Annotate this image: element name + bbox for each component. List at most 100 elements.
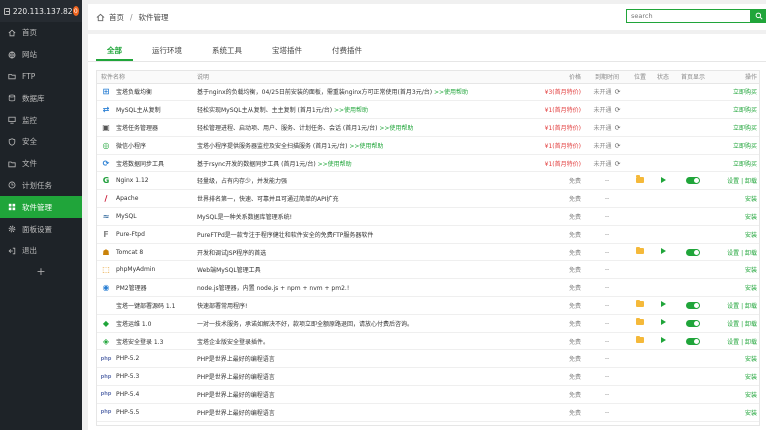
cell-expire: -- [585, 225, 629, 244]
action-link[interactable]: 安装 [745, 267, 757, 274]
sidebar-item-6[interactable]: 文件 [0, 153, 82, 175]
help-link[interactable]: >>使用帮助 [434, 89, 468, 96]
action-link[interactable]: 立即购买 [733, 143, 757, 150]
search-input[interactable] [626, 9, 751, 23]
sidebar-item-8[interactable]: 软件管理 [0, 196, 82, 219]
refresh-icon[interactable]: ⟳ [615, 88, 621, 96]
cell-desc: PHP是世界上最好的编程语言 [193, 349, 517, 369]
software-desc: Web端MySQL管理工具 [197, 267, 261, 275]
help-link[interactable]: >>使用帮助 [379, 125, 413, 132]
sidebar-item-1[interactable]: 网站 [0, 44, 82, 66]
header-home: 首页显示 [675, 71, 711, 84]
server-info: 220.113.137.82 0 [0, 0, 82, 22]
action-link[interactable]: 设置 | 卸载 [727, 250, 757, 257]
cell-home [675, 118, 711, 137]
cell-home [675, 243, 711, 262]
home-display-toggle[interactable] [686, 301, 700, 309]
sidebar-item-9[interactable]: 面板设置 [0, 218, 82, 240]
php-icon: php [100, 409, 112, 416]
help-link[interactable]: >>使用帮助 [349, 143, 383, 150]
expire-time: -- [604, 355, 610, 363]
action-link[interactable]: 安装 [745, 232, 757, 239]
help-link[interactable]: >>使用帮助 [334, 107, 368, 114]
expire-time: -- [604, 177, 610, 185]
cell-price: 免费 [517, 225, 585, 244]
folder-icon[interactable] [636, 335, 644, 344]
software-desc: PHP是世界上最好的编程语言 [197, 374, 275, 382]
cell-name: 宝塔一键部署源码 1.1 [97, 296, 193, 315]
action-link[interactable]: 安装 [745, 410, 757, 417]
refresh-icon[interactable]: ⟳ [615, 124, 621, 132]
action-link[interactable]: 安装 [745, 356, 757, 363]
breadcrumb-current: 软件管理 [138, 12, 169, 22]
sidebar-item-7[interactable]: 计划任务 [0, 175, 82, 197]
table-row: php PHP-5.4 PHP是世界上最好的编程语言 免费 -- 安装 [97, 385, 759, 404]
cell-location [629, 207, 651, 226]
action-link[interactable]: 安装 [745, 196, 757, 203]
action-link[interactable]: 立即购买 [733, 125, 757, 132]
home-display-toggle[interactable] [686, 177, 700, 185]
software-desc: 宝塔企业版安全登录插件。 [197, 338, 270, 346]
help-link[interactable]: >>使用帮助 [318, 161, 352, 168]
sidebar-item-10[interactable]: 退出 [0, 240, 82, 262]
refresh-icon[interactable]: ⟳ [615, 142, 621, 150]
cell-action: 设置 | 卸载 [711, 243, 759, 262]
tab-3[interactable]: 宝塔插件 [261, 41, 313, 61]
folder-icon[interactable] [636, 299, 644, 308]
sidebar-item-label: 退出 [22, 246, 37, 256]
action-link[interactable]: 安装 [745, 374, 757, 381]
action-link[interactable]: 设置 | 卸载 [727, 339, 757, 346]
php-icon: php [100, 373, 112, 380]
sidebar-item-5[interactable]: 安全 [0, 131, 82, 153]
header-desc: 说明 [193, 71, 517, 84]
action-link[interactable]: 安装 [745, 285, 757, 292]
cell-price: 免费 [517, 260, 585, 280]
action-link[interactable]: 设置 | 卸载 [727, 178, 757, 185]
search-button[interactable] [751, 9, 766, 23]
action-link[interactable]: 立即购买 [733, 161, 757, 168]
cell-status [651, 296, 675, 315]
mysql-icon: ≈ [102, 211, 110, 221]
cell-status [651, 243, 675, 262]
notification-badge[interactable]: 0 [72, 6, 79, 16]
breadcrumb-home[interactable]: 首页 [109, 12, 124, 23]
table-row: ◆ 宝塔运维 1.0 一对一技术服务，承诺如解决不好，款项立即全额原路退回，请放心付… [97, 314, 759, 333]
refresh-icon[interactable]: ⟳ [615, 106, 621, 114]
cell-home [675, 349, 711, 369]
action-link[interactable]: 立即购买 [733, 107, 757, 114]
cell-status [651, 118, 675, 137]
add-menu-button[interactable]: + [0, 262, 82, 282]
folder-icon[interactable] [636, 317, 644, 326]
sidebar-item-0[interactable]: 首页 [0, 22, 82, 44]
tab-2[interactable]: 系统工具 [201, 41, 253, 61]
home-display-toggle[interactable] [686, 337, 700, 345]
sidebar-item-2[interactable]: FTP [0, 66, 82, 88]
action-link[interactable]: 设置 | 卸载 [727, 303, 757, 310]
wechat-icon: ◎ [102, 140, 110, 150]
action-link[interactable]: 立即购买 [733, 89, 757, 96]
refresh-icon[interactable]: ⟳ [615, 160, 621, 168]
folder-icon[interactable] [636, 175, 644, 183]
home-display-toggle[interactable] [686, 248, 700, 256]
sidebar-item-4[interactable]: 监控 [0, 109, 82, 131]
cell-status [651, 83, 675, 102]
home-display-toggle[interactable] [686, 319, 700, 327]
cell-location [629, 278, 651, 298]
action-link[interactable]: 设置 | 卸载 [727, 321, 757, 328]
tab-4[interactable]: 付费插件 [321, 41, 373, 61]
software-name: PHP-5.3 [116, 373, 140, 381]
tab-1[interactable]: 运行环境 [141, 41, 193, 61]
action-link[interactable]: 安装 [745, 214, 757, 221]
cell-price: 免费 [517, 314, 585, 333]
cell-expire: -- [585, 207, 629, 226]
cell-home [675, 367, 711, 387]
table-row: ◎ 微信小程序 宝塔小程序提供服务器监控及安全扫描服务 (首月1元/台) >>使用帮… [97, 136, 759, 155]
tab-0[interactable]: 全部 [96, 41, 133, 61]
table-header-row: 软件名称 说明 价格 到期时间 位置 状态 首页显示 操作 [97, 71, 759, 84]
action-link[interactable]: 安装 [745, 392, 757, 399]
folder-icon[interactable] [636, 246, 644, 255]
sidebar-item-3[interactable]: 数据库 [0, 87, 82, 109]
server-ip: 220.113.137.82 [12, 6, 73, 16]
sidebar: 220.113.137.82 0 首页 网站 FTP 数据库 监控 安全 文件 计划任务 软件管… [0, 0, 82, 430]
cell-status [651, 225, 675, 244]
